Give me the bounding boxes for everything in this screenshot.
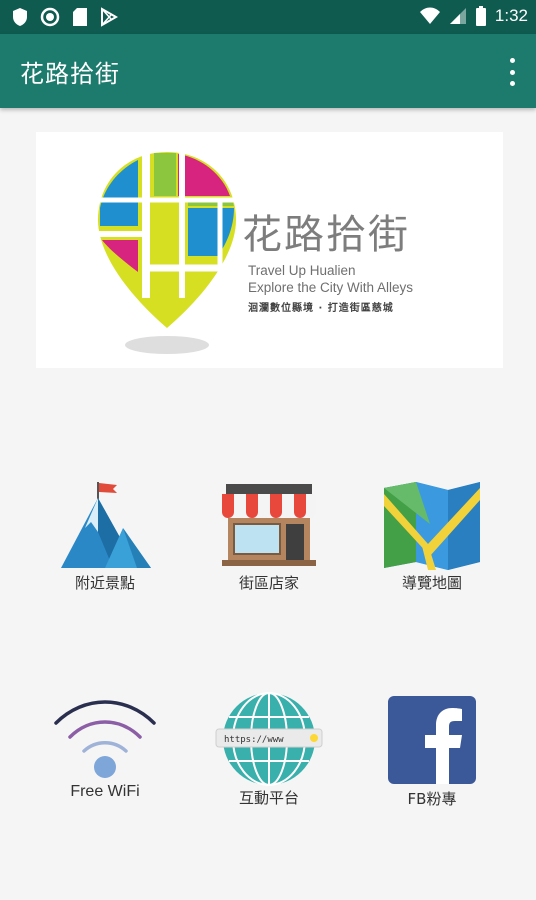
map-icon [384,482,480,570]
overflow-menu-button[interactable] [502,58,522,86]
menu-interactive-platform[interactable]: https://www 互動平台 [204,691,334,831]
storefront-icon [222,484,316,566]
status-notifications [12,7,118,27]
menu-label: 互動平台 [238,789,299,807]
record-icon [40,7,60,27]
menu-street-shops[interactable]: 街區店家 [204,478,334,618]
dot-icon [509,81,515,86]
menu-label: 導覽地圖 [401,574,462,592]
banner-tagline-2: Explore the City With Alleys [248,280,414,295]
cell-signal-icon [449,8,466,24]
menu-nearby-attractions[interactable]: 附近景點 [40,478,170,618]
globe-icon: https://www [215,692,323,786]
banner-logo: 花路拾街 Travel Up Hualien Explore the City … [36,132,503,368]
status-system: 1:32 [419,5,528,27]
mountain-icon [61,482,151,568]
menu-label: 街區店家 [238,574,299,592]
menu-label: 附近景點 [74,574,135,592]
dot-icon [509,69,515,75]
dot-icon [509,58,515,63]
play-store-icon [101,7,118,27]
menu-label: Free WiFi [70,783,140,800]
menu-label: FB粉專 [407,790,457,808]
menu-guide-map[interactable]: 導覽地圖 [367,478,497,618]
menu-free-wifi[interactable]: Free WiFi [40,697,170,837]
banner-slogan: 洄瀾數位縣境 · 打造街區慈城 [248,303,394,314]
flower-pin-logo-icon [92,148,242,354]
status-bar: 1:32 [0,0,536,34]
banner-title: 花路拾街 [242,212,410,258]
sd-card-icon [73,8,87,26]
shield-icon [13,8,27,26]
url-bar-text: https://www [224,735,284,745]
wifi-signal-icon [419,7,440,24]
app-bar: 花路拾街 [0,34,536,108]
facebook-icon [388,696,476,784]
app-title: 花路拾街 [20,60,120,88]
banner-tagline-1: Travel Up Hualien [248,263,356,278]
clock: 1:32 [494,6,528,25]
menu-facebook-page[interactable]: FB粉專 [367,696,497,836]
battery-icon [475,6,486,26]
wifi-icon [54,700,156,778]
